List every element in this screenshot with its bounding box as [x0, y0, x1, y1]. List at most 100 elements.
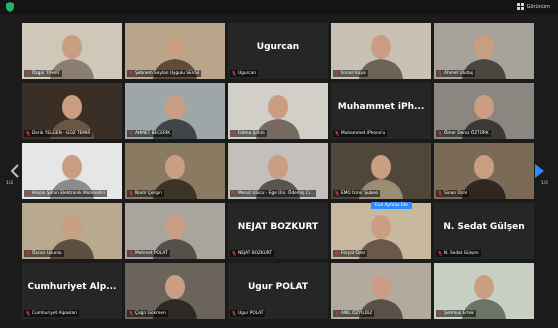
microphone-muted-icon	[335, 131, 339, 136]
microphone-muted-icon	[26, 311, 30, 316]
participant-tile[interactable]: EMO İzmir Şubesi	[331, 143, 431, 199]
participant-tile[interactable]: Ugur POLAT Ugur POLAT	[228, 263, 328, 319]
participant-name-tag: ANIL ÖZYILDIZ	[333, 310, 375, 317]
microphone-muted-icon	[438, 191, 442, 196]
microphone-muted-icon	[129, 71, 133, 76]
participant-name-tag: Çağrı Gökmen	[127, 310, 168, 317]
participant-tile[interactable]: N. Sedat Gülşen N. Sedat Gülşen	[434, 203, 534, 259]
participant-name-tag: Muhammet iPhone'u	[333, 130, 388, 137]
microphone-muted-icon	[129, 131, 133, 136]
participant-name-label: Feryal Özer	[341, 251, 366, 256]
participant-name-tag: Hasan Şahin Elektronik Mühendisi	[24, 190, 107, 197]
participant-tile[interactable]: Cumhuriyet Alp... Cumhuriyet Alpaslan	[22, 263, 122, 319]
microphone-muted-icon	[438, 131, 442, 136]
participant-tile[interactable]: Ugurcan Ugurcan	[228, 23, 328, 79]
participant-name-label: Şehmus Ertek	[444, 311, 474, 316]
participant-display-name: Ugur POLAT	[247, 282, 309, 292]
participant-name-label: NEJAT BOZKURT	[238, 251, 273, 256]
participant-name-tag: N. Sedat Gülşen	[436, 250, 481, 257]
participant-tile[interactable]: Hasan Şahin Elektronik Mühendisi	[22, 143, 122, 199]
microphone-muted-icon	[438, 311, 442, 316]
participant-name-tag: Şebnem Saylan Uygulu SEVGİ	[127, 70, 202, 77]
participant-name-label: Şebnem Saylan Uygulu SEVGİ	[135, 71, 200, 76]
participant-tile[interactable]: İsmail Kaya	[331, 23, 431, 79]
participant-name-tag: Cumhuriyet Alpaslan	[24, 310, 79, 317]
microphone-muted-icon	[335, 311, 339, 316]
participant-tile[interactable]: Özgür TAHAT	[22, 23, 122, 79]
participant-tile[interactable]: Fatma Şahin	[228, 83, 328, 139]
participant-name-tag: EMO İzmir Şubesi	[333, 190, 381, 197]
participant-name-tag: NEJAT BOZKURT	[230, 250, 275, 257]
participant-tile[interactable]: Derik YELGEN - GOZ TEMIR	[22, 83, 122, 139]
participant-name-tag: İsmail Kaya	[333, 70, 368, 77]
microphone-muted-icon	[129, 191, 133, 196]
participant-name-label: Çağrı Gökmen	[135, 311, 166, 316]
participant-name-tag: Derik YELGEN - GOZ TEMIR	[24, 130, 93, 137]
participant-name-label: Mesut Ulucu - Ege Üni. Ödemiş Ci...	[238, 191, 315, 196]
participant-tile[interactable]: Muhammet iPh... Muhammet iPhone'u	[331, 83, 431, 139]
participant-tile[interactable]: Sinan Ünal	[434, 143, 534, 199]
participant-name-label: Cumhuriyet Alpaslan	[32, 311, 77, 316]
microphone-muted-icon	[129, 311, 133, 316]
participant-name-label: Hasan Şahin Elektronik Mühendisi	[32, 191, 105, 196]
participant-display-name: N. Sedat Gülşen	[443, 222, 525, 232]
participant-name-label: İsmail Kaya	[341, 71, 366, 76]
grid-view-icon	[516, 3, 524, 10]
shield-icon	[6, 2, 14, 12]
microphone-muted-icon	[26, 191, 30, 196]
microphone-muted-icon	[438, 71, 442, 76]
participant-name-label: Ugurcan	[238, 71, 256, 76]
participant-name-label: Fatma Şahin	[238, 131, 265, 136]
participant-name-label: EMO İzmir Şubesi	[341, 191, 379, 196]
participant-name-tag: Sinan Ünal	[436, 190, 470, 197]
participant-name-label: Derik YELGEN - GOZ TEMIR	[32, 131, 91, 136]
participant-name-label: Muhammet iPhone'u	[341, 131, 386, 136]
participant-tile[interactable]: Feryal Özer	[331, 203, 431, 259]
participant-name-tag: Ahmet Ulutaş	[436, 70, 476, 77]
microphone-muted-icon	[129, 251, 133, 256]
participant-name-label: Ömer Deniz ÖZTÜRK	[444, 131, 489, 136]
view-button[interactable]: Görünüm	[516, 1, 550, 12]
page-indicator-left: 1/2	[6, 181, 14, 186]
participant-tile[interactable]: ANIL ÖZYILDIZ	[331, 263, 431, 319]
microphone-muted-icon	[232, 311, 236, 316]
microphone-muted-icon	[335, 191, 339, 196]
participant-name-tag: Ugurcan	[230, 70, 258, 77]
previous-page-arrow-icon[interactable]	[10, 164, 20, 178]
participant-name-label: Ugur POLAT	[238, 311, 264, 316]
participant-name-tag: Özgür TAHAT	[24, 70, 62, 77]
microphone-muted-icon	[232, 251, 236, 256]
participant-tile[interactable]: Özcan Uzunlu	[22, 203, 122, 259]
participant-display-name: NEJAT BOZKURT	[237, 222, 319, 232]
participant-display-name: Muhammet iPh...	[337, 102, 425, 112]
participant-tile[interactable]: Ahmet Ulutaş	[434, 23, 534, 79]
video-gallery: Özgür TAHAT Şebnem Saylan Uygulu SEVGİ Ugu…	[22, 23, 534, 321]
participant-tile[interactable]: Çağrı Gökmen	[125, 263, 225, 319]
participant-tile[interactable]: Mesut Ulucu - Ege Üni. Ödemiş Ci...	[228, 143, 328, 199]
participant-name-label: Sinan Ünal	[444, 191, 468, 196]
microphone-muted-icon	[26, 131, 30, 136]
participant-name-label: Ahmet Ulutaş	[444, 71, 474, 76]
speaking-tooltip: Ece Aymaz İde	[371, 202, 412, 209]
participant-tile[interactable]: Mehmet POLAT	[125, 203, 225, 259]
participant-tile[interactable]: NEJAT BOZKURT NEJAT BOZKURT	[228, 203, 328, 259]
microphone-muted-icon	[335, 71, 339, 76]
page-indicator-right: 1/2	[540, 181, 548, 186]
microphone-muted-icon	[26, 251, 30, 256]
participant-tile[interactable]: Ömer Deniz ÖZTÜRK	[434, 83, 534, 139]
participant-name-tag: Fatma Şahin	[230, 130, 267, 137]
participant-tile[interactable]: Nadir Çergin	[125, 143, 225, 199]
microphone-muted-icon	[438, 251, 442, 256]
participant-tile[interactable]: AHMET BECERİK	[125, 83, 225, 139]
participant-name-label: Özcan Uzunlu	[32, 251, 62, 256]
participant-name-tag: Mesut Ulucu - Ege Üni. Ödemiş Ci...	[230, 190, 317, 197]
participant-name-tag: Feryal Özer	[333, 250, 368, 257]
participant-tile[interactable]: Şebnem Saylan Uygulu SEVGİ	[125, 23, 225, 79]
participant-name-tag: Şehmus Ertek	[436, 310, 476, 317]
participant-name-label: Mehmet POLAT	[135, 251, 168, 256]
next-page-arrow-icon[interactable]	[534, 164, 544, 178]
microphone-muted-icon	[232, 191, 236, 196]
participant-tile[interactable]: Şehmus Ertek	[434, 263, 534, 319]
participant-display-name: Ugurcan	[256, 42, 300, 52]
view-button-label: Görünüm	[526, 3, 550, 10]
